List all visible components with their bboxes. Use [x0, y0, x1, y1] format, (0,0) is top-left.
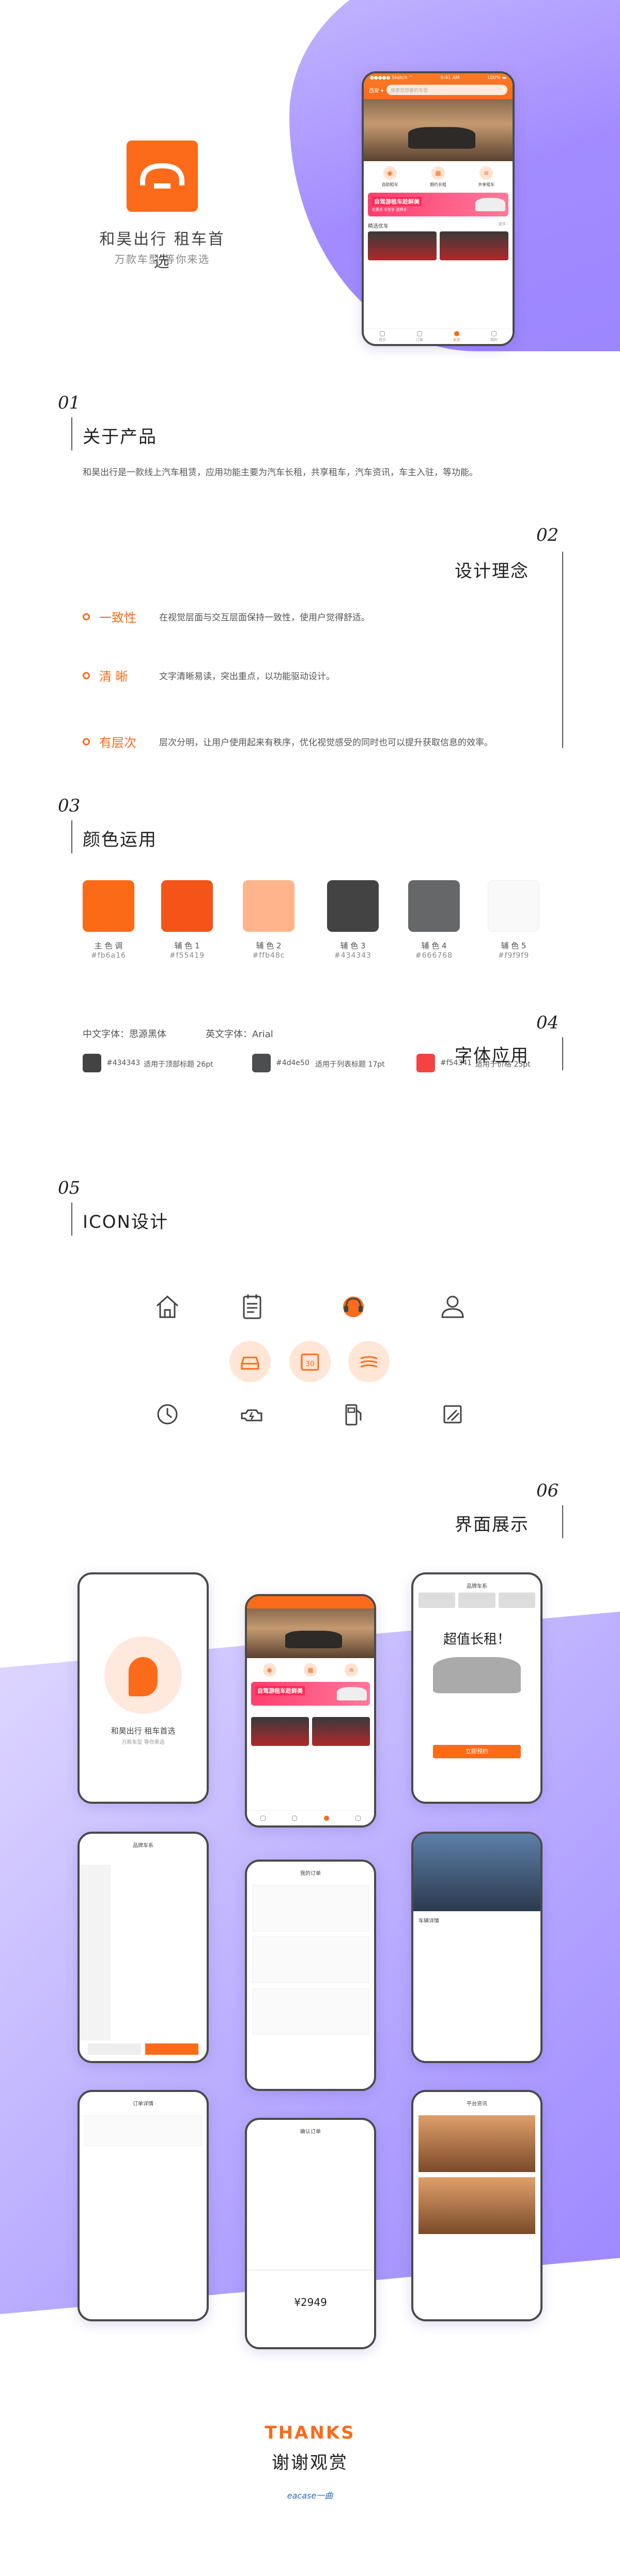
car-icon: ◉ [383, 166, 397, 180]
color-swatch-primary [83, 880, 134, 932]
color-swatch-2 [243, 880, 295, 932]
design-showcase-page: 和昊出行 租车首选 万款车型 等你来选 ●●●●● Sketch ⌃ 9:41 … [0, 0, 620, 2576]
section-title: 精选优车 [368, 224, 389, 229]
brand-logo: eacase一曲 [287, 2491, 333, 2501]
user-icon [491, 331, 497, 336]
car-icon: ◉ [262, 1663, 276, 1677]
phone-home-2: ◉ ▦ ≋ 自驾游租车趁鲜美 [245, 1594, 376, 1828]
tab-bar: 首页 订单 车讯 我的 [364, 329, 513, 344]
fuel-pump-icon [333, 1394, 374, 1435]
road-icon: ≋ [345, 1663, 359, 1677]
section-number: 02 [536, 525, 559, 545]
search-input[interactable]: 搜索您想要的车型 [386, 85, 507, 95]
engine-icon [231, 1394, 273, 1435]
edit-slash-icon [432, 1394, 473, 1435]
location-pin-icon [129, 1657, 158, 1696]
phone-splash: 和昊出行 租车首选 万款车型 等你来选 [78, 1572, 209, 1804]
feature-long-rent[interactable]: ▦ 期约长租 [430, 166, 446, 188]
home-icon [380, 331, 385, 336]
calendar-icon: ▦ [303, 1663, 317, 1677]
user-icon [432, 1286, 473, 1328]
concept-item: 清 晰 文字清晰易读，突出重点，以功能驱动设计。 [83, 666, 335, 684]
clipboard-icon [417, 331, 422, 336]
hero-subtitle: 万款车型 等你来选 [114, 253, 210, 266]
promo-car-image [475, 198, 505, 211]
font-color-chip [416, 1054, 435, 1072]
car-card[interactable] [440, 231, 508, 260]
city-selector[interactable]: 西安 ▾ [369, 86, 383, 94]
font-color-chip [83, 1054, 101, 1072]
phone-news: 平台资讯 [411, 2090, 542, 2321]
section-title: ICON设计 [83, 1212, 168, 1232]
section-number: 01 [58, 393, 81, 413]
section-number: 06 [536, 1480, 559, 1501]
status-bar: ●●●●● Sketch ⌃ 9:41 AM 100% ▬ [370, 75, 506, 81]
feature-share-rent[interactable]: ≋ 共享租车 [478, 166, 494, 188]
news-icon [454, 331, 459, 336]
tab-news[interactable]: 车讯 [453, 331, 460, 342]
section-number: 03 [58, 795, 81, 816]
calendar-30-icon: 30 [289, 1341, 331, 1382]
feature-self-rent[interactable]: ◉ 自助租车 [382, 166, 398, 188]
clipboard-icon [231, 1286, 273, 1328]
road-icon: ≋ [479, 166, 493, 180]
ring-icon [83, 613, 90, 620]
section-title: 设计理念 [455, 561, 529, 582]
tab-profile[interactable]: 我的 [490, 331, 498, 342]
car-arch-icon [140, 163, 184, 189]
phone-car-detail: 车辆详情 [411, 1832, 542, 2063]
phone-home-mockup: ●●●●● Sketch ⌃ 9:41 AM 100% ▬ 西安 ▾ 搜索您想要… [362, 71, 515, 346]
payment-amount: ¥2949 [294, 2296, 327, 2308]
ring-icon [83, 738, 90, 745]
cn-font-label: 中文字体：思源黑体 [83, 1029, 166, 1040]
concept-item: 一致性 在视觉层面与交互层面保持一致性，使用户觉得舒适。 [83, 607, 370, 626]
phone-brand-list: 品牌车系 [78, 1832, 209, 2063]
tab-orders[interactable]: 订单 [416, 331, 423, 342]
thanks-title: THANKS [265, 2423, 355, 2443]
ring-icon [83, 672, 90, 679]
thanks-subtitle: 谢谢观赏 [272, 2453, 348, 2473]
section-number: 05 [58, 1178, 81, 1198]
color-swatch-5 [488, 880, 539, 932]
section-text: 和昊出行是一款线上汽车租赁，应用功能主要为汽车长租，共享租车，汽车资讯，车主入驻… [83, 467, 478, 478]
promo-headline: 超值长租！ [443, 1632, 510, 1647]
car-card[interactable] [368, 231, 437, 260]
section-title: 关于产品 [83, 427, 157, 447]
more-link[interactable]: 更多 › [499, 222, 508, 229]
section-number: 04 [536, 1012, 559, 1033]
app-logo-icon [127, 140, 198, 212]
color-swatch-3 [327, 880, 379, 932]
color-swatch-1 [161, 880, 213, 932]
phone-orders: 我的订单 [245, 1860, 376, 2091]
section-title: 界面展示 [455, 1515, 529, 1535]
service-headset-icon [333, 1286, 374, 1328]
home-icon [147, 1286, 188, 1328]
phone-confirm-order: 确认订单 ¥2949 [245, 2118, 376, 2349]
font-color-chip [252, 1054, 271, 1072]
promo-banner[interactable]: 自驾游租车趁鲜美 优惠多 车型多 选择多 [368, 193, 508, 216]
promo-banner[interactable]: 自驾游租车趁鲜美 [251, 1682, 370, 1706]
section-title: 颜色运用 [83, 830, 157, 850]
phone-promo: 品牌车系 超值长租！ 立即预约 [411, 1572, 542, 1804]
hero-banner-image[interactable] [364, 99, 513, 161]
car-front-icon [229, 1341, 271, 1382]
reserve-button[interactable]: 立即预约 [433, 1745, 521, 1758]
en-font-label: 英文字体：Arial [206, 1029, 273, 1040]
calendar-icon: ▦ [431, 166, 445, 180]
color-swatch-4 [408, 880, 460, 932]
road-icon [348, 1341, 390, 1382]
svg-text:30: 30 [305, 1360, 315, 1368]
clock-icon [147, 1394, 188, 1435]
car-image [433, 1657, 521, 1693]
concept-item: 有层次 层次分明，让用户使用起来有秩序，优化视觉感受的同时也可以提升获取信息的效… [83, 732, 493, 751]
phone-order-detail: 订单详情 [78, 2090, 209, 2321]
tab-home[interactable]: 首页 [379, 331, 386, 342]
